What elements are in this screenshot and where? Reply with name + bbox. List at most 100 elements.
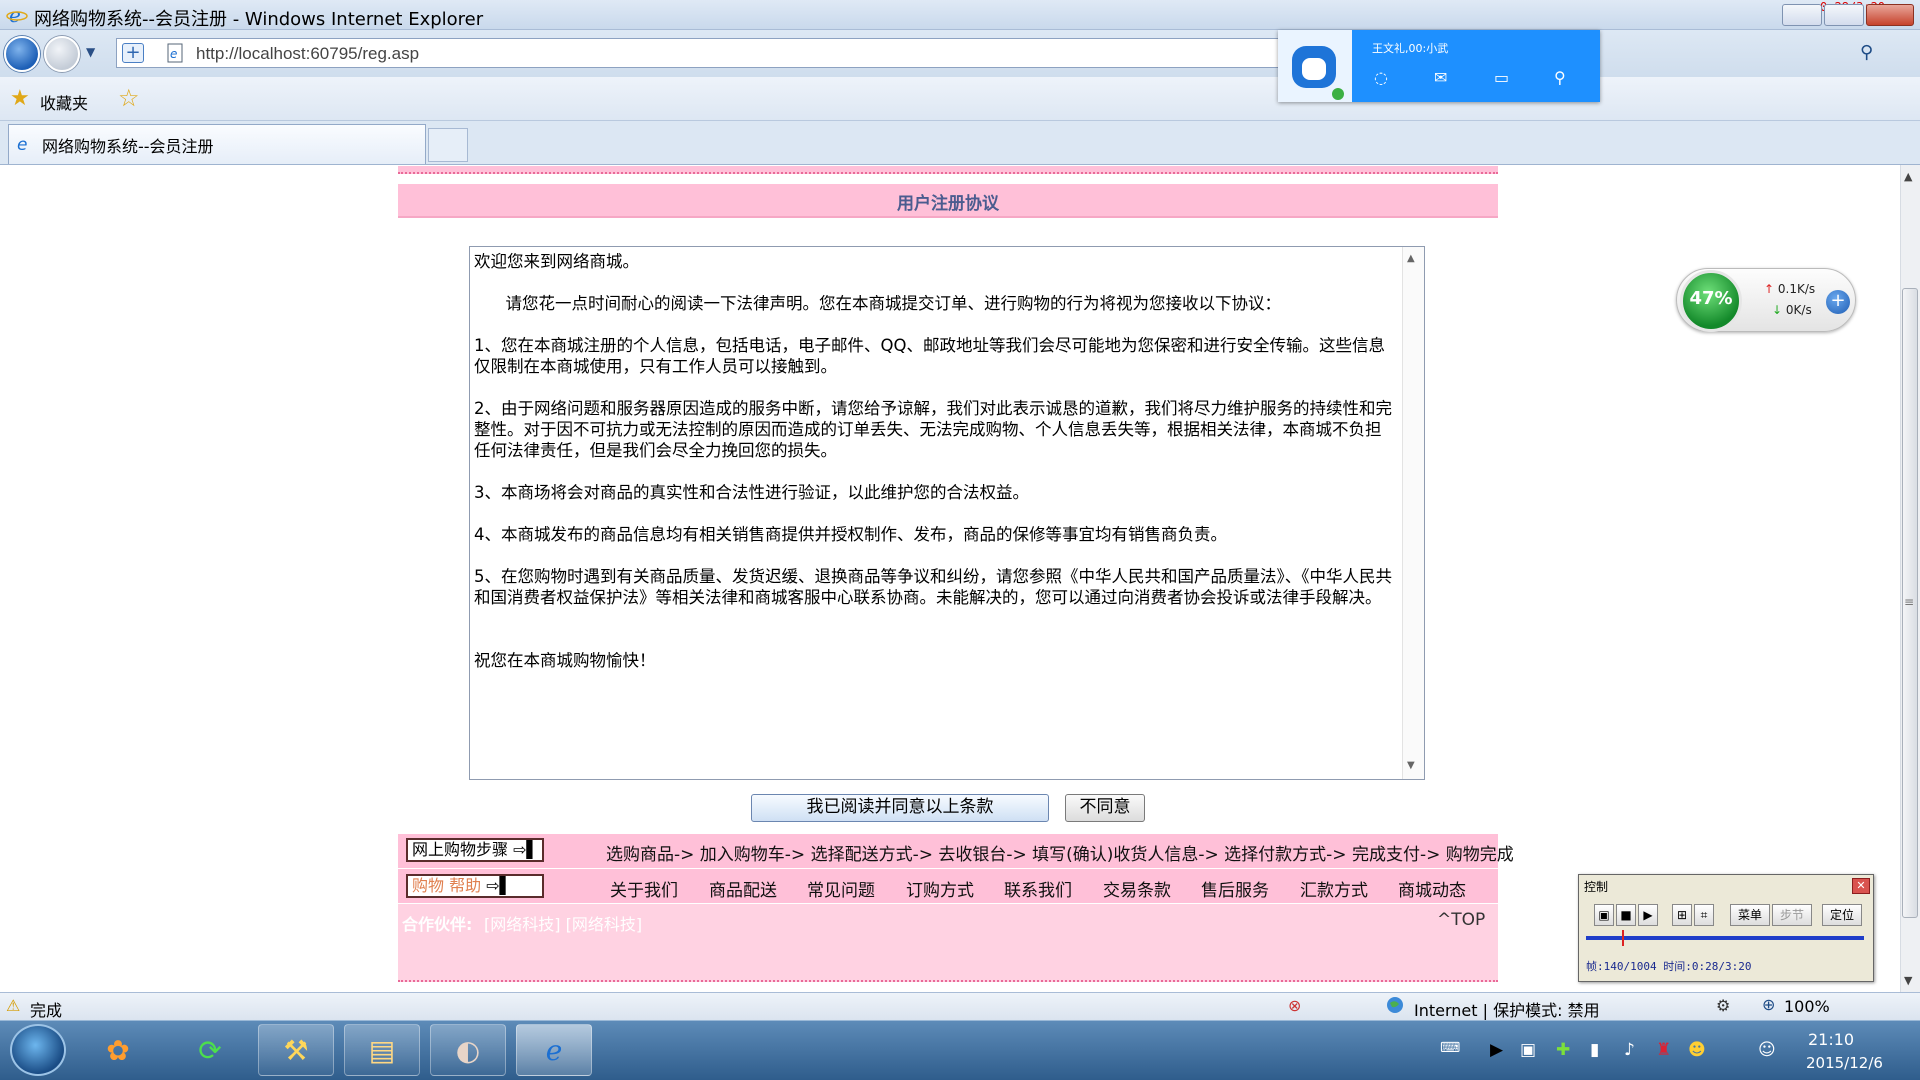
ie-tab-icon: e <box>17 135 27 154</box>
control-fit-icon[interactable]: ⌗ <box>1694 904 1714 926</box>
minimize-button[interactable] <box>1782 4 1822 26</box>
svg-text:e: e <box>170 47 177 61</box>
status-bar <box>0 992 1920 1020</box>
help-tag: 购物 帮助 ⇨▌ <box>406 874 544 898</box>
status-text: 完成 <box>30 1001 63 1020</box>
close-button[interactable] <box>1866 4 1914 26</box>
tray-avatar-icon[interactable]: ☺ <box>1758 1040 1776 1060</box>
compatibility-icon[interactable]: + <box>122 43 144 63</box>
control-next-icon[interactable]: ▶ <box>1638 904 1658 926</box>
favorites-star-icon[interactable]: ★ <box>10 86 30 111</box>
control-locate-button[interactable]: 定位 <box>1822 904 1862 926</box>
scroll-up-icon[interactable]: ▲ <box>1904 170 1912 183</box>
partners-links[interactable]: [网络科技] [网络科技] <box>484 911 642 935</box>
control-frame-info: 帧:140/1004 时间:0:28/3:20 <box>1586 960 1752 973</box>
keyboard-icon[interactable]: ⌨ <box>1440 1040 1460 1056</box>
tools-icon: ⚒ <box>283 1034 309 1067</box>
disagree-button[interactable]: 不同意 <box>1065 794 1145 822</box>
arrow-door-icon: ⇨▌ <box>513 840 539 859</box>
partners-label: 合作伙伴: <box>402 915 473 934</box>
control-timeline-marker[interactable] <box>1622 930 1624 946</box>
new-tab-button[interactable] <box>428 128 468 162</box>
agreement-scroll-down-icon[interactable]: ▼ <box>1407 760 1415 771</box>
zoom-level[interactable]: 100% <box>1784 997 1830 1016</box>
agreement-scrollbar[interactable] <box>1402 247 1424 779</box>
shopping-steps-tag: 网上购物步骤 ⇨▌ <box>406 838 544 862</box>
photo-icon: ◐ <box>455 1034 481 1067</box>
ie-logo-icon: e <box>6 4 28 26</box>
tray-security-icon[interactable]: ♜ <box>1656 1040 1671 1060</box>
start-button[interactable] <box>10 1024 66 1076</box>
control-stop-icon[interactable]: ■ <box>1616 904 1636 926</box>
upload-arrow-icon: ↑ <box>1764 282 1775 296</box>
maximize-button[interactable] <box>1824 4 1864 26</box>
security-zone[interactable]: Internet | 保护模式: 禁用 <box>1414 997 1600 1021</box>
control-menu-button[interactable]: 菜单 <box>1730 904 1770 926</box>
shopping-steps-text: 选购商品-> 加入购物车-> 选择配送方式-> 去收银台-> 填写(确认)收货人… <box>606 845 1514 865</box>
warning-icon[interactable]: ⚠ <box>6 996 20 1015</box>
control-close-button[interactable]: ✕ <box>1852 878 1870 894</box>
history-dropdown-icon[interactable]: ▼ <box>86 45 95 59</box>
qq-avatar[interactable] <box>1278 30 1352 102</box>
qq-username: 王文礼,00:小武 <box>1372 42 1449 55</box>
ie-taskbar-icon: e <box>545 1034 563 1067</box>
popup-blocked-icon[interactable]: ⊗ <box>1288 996 1301 1015</box>
page-title: 用户注册协议 <box>897 194 999 214</box>
arrow-door-icon: ⇨▌ <box>486 876 512 895</box>
help-link-order[interactable]: 订购方式 <box>906 876 974 901</box>
help-link-about[interactable]: 关于我们 <box>610 876 678 901</box>
tray-network-icon[interactable]: ▮ <box>1590 1040 1599 1060</box>
download-arrow-icon: ↓ <box>1772 303 1783 317</box>
page-top-strip <box>398 166 1498 174</box>
qq-search-icon[interactable]: ⚲ <box>1554 68 1566 87</box>
tray-play-icon[interactable]: ▶ <box>1490 1040 1503 1060</box>
svg-text:e: e <box>17 135 27 154</box>
forward-button[interactable] <box>44 36 80 72</box>
accelerate-plus-icon[interactable]: + <box>1826 290 1850 314</box>
help-link-faq[interactable]: 常见问题 <box>807 876 875 901</box>
help-link-delivery[interactable]: 商品配送 <box>709 876 777 901</box>
help-link-remit[interactable]: 汇款方式 <box>1300 876 1368 901</box>
favorites-button[interactable]: 收藏夹 <box>40 90 88 114</box>
app-refresh-icon: ⟳ <box>198 1034 222 1067</box>
tray-volume-icon[interactable]: ♪ <box>1624 1040 1635 1060</box>
favorites-bar <box>0 77 1920 121</box>
folder-icon: ▤ <box>368 1034 396 1067</box>
help-link-news[interactable]: 商城动态 <box>1398 876 1466 901</box>
window-title: 网络购物系统--会员注册 - Windows Internet Explorer <box>34 9 484 30</box>
control-timeline[interactable] <box>1586 936 1864 940</box>
tab-title: 网络购物系统--会员注册 <box>42 137 214 156</box>
scroll-down-icon[interactable]: ▼ <box>1904 974 1912 987</box>
page-icon: e <box>167 43 183 63</box>
help-link-terms[interactable]: 交易条款 <box>1103 876 1171 901</box>
url-text[interactable]: http://localhost:60795/reg.asp <box>196 44 419 64</box>
clock-date[interactable]: 2015/12/6 <box>1806 1054 1883 1072</box>
qq-status-icon[interactable]: ◌ <box>1374 68 1388 87</box>
tray-camera-icon[interactable]: ▣ <box>1520 1040 1536 1060</box>
control-frame-icon[interactable]: ▣ <box>1594 904 1614 926</box>
zoom-icon[interactable]: ⊕ <box>1762 995 1775 1014</box>
tray-plus-icon[interactable]: ✚ <box>1556 1040 1570 1060</box>
tray-qq-icon[interactable]: ☻ <box>1688 1040 1706 1060</box>
download-speed: ↓ 0K/s <box>1772 303 1812 317</box>
help-link-contact[interactable]: 联系我们 <box>1004 876 1072 901</box>
agreement-text: 欢迎您来到网络商城。 请您花一点时间耐心的阅读一下法律声明。您在本商城提交订单、… <box>474 252 1392 670</box>
clock-time[interactable]: 21:10 <box>1808 1030 1854 1049</box>
add-favorite-icon[interactable]: ☆ <box>118 84 140 112</box>
back-button[interactable] <box>4 36 40 72</box>
top-link[interactable]: ^TOP <box>1437 910 1485 930</box>
qq-window-icon[interactable]: ▭ <box>1494 68 1509 87</box>
agree-button[interactable]: 我已阅读并同意以上条款 <box>751 794 1049 822</box>
control-step-button[interactable]: 步节 <box>1772 904 1812 926</box>
agreement-scroll-up-icon[interactable]: ▲ <box>1407 253 1415 264</box>
help-label: 购物 帮助 <box>412 876 482 895</box>
qq-mail-icon[interactable]: ✉ <box>1434 68 1447 87</box>
help-link-aftersale[interactable]: 售后服务 <box>1201 876 1269 901</box>
search-icon[interactable]: ⚲ <box>1860 42 1873 63</box>
internet-zone-icon <box>1387 997 1403 1013</box>
qq-avatar-icon <box>1292 46 1344 100</box>
settings-gear-icon[interactable]: ⚙ <box>1716 996 1730 1015</box>
page-footer <box>398 936 1498 982</box>
memory-usage-percent: 47% <box>1689 288 1733 309</box>
control-grid-icon[interactable]: ⊞ <box>1672 904 1692 926</box>
